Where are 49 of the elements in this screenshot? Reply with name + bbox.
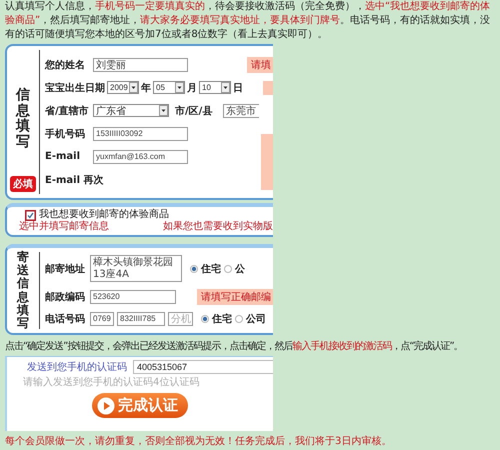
dropdown[interactable]: 广东省	[93, 104, 169, 117]
radio-label: 住宅	[212, 312, 232, 326]
field-label: 电话号码	[45, 312, 86, 326]
field-label: 邮寄地址	[45, 262, 86, 276]
radio-label: 公司	[246, 312, 266, 326]
field-label: E-mail 再次	[45, 174, 104, 186]
input-field[interactable]: 832IIII785	[117, 312, 165, 326]
note-text: 选中并填写邮寄信息	[19, 221, 109, 233]
radio-button[interactable]	[224, 264, 232, 273]
tip-bubble: 请填	[247, 56, 273, 72]
radio-button[interactable]	[190, 264, 198, 273]
tip-bubble: 请填写正确邮编	[197, 288, 273, 305]
radio-label: 公	[235, 262, 245, 276]
field-label: 邮政编码	[45, 290, 86, 304]
hint-text: 请输入发送到您手机的认证码4位认证码	[23, 376, 200, 389]
field-label: 宝宝出生日期	[45, 81, 105, 94]
dropdown[interactable]: 05	[153, 81, 185, 94]
radio-button[interactable]	[201, 314, 209, 323]
date-unit: 年	[141, 82, 151, 94]
field-label: 发送到您手机的认证码	[27, 360, 127, 374]
input-field[interactable]: 刘雯丽	[93, 58, 188, 72]
input-field[interactable]: yuxmfan@163.com	[93, 150, 188, 164]
note-text: 如果您也需要收到实物版	[163, 221, 273, 233]
input-field[interactable]: 东莞市	[223, 104, 259, 118]
code-field[interactable]: 4005315067	[133, 360, 273, 374]
radio-button[interactable]	[235, 314, 243, 323]
input-field[interactable]: 153IIIII03092	[93, 126, 188, 140]
field-label: 手机号码	[45, 128, 86, 140]
date-unit: 日	[233, 82, 243, 94]
play-icon	[97, 396, 115, 414]
input-field[interactable]: 0769	[90, 312, 114, 326]
radio-label: 住宅	[201, 262, 221, 276]
text-area[interactable]: 樟木头镇御景花园13座4A	[90, 255, 182, 282]
date-unit: 月	[187, 82, 197, 94]
field-label: 您的姓名	[45, 58, 86, 72]
checkbox-label: 我也想要收到邮寄的体验商品	[39, 209, 169, 220]
checkbox[interactable]	[25, 210, 36, 220]
intro-text: 认真填写个人信息，手机号码一定要填真实的，待会要接收激活码（完全免费），选中“我也想要收到邮寄的体验商品”，然后填写邮寄地址，请大家务必要填写真实地址，要具体到门牌号。电话号码，有的话就如实填，没有的话可随便填写您本地的区号加7位或者8位数字（看上去真实即可）。	[5, 0, 492, 42]
input-field[interactable]: 523620	[90, 290, 176, 304]
required-badge: 必填	[10, 176, 36, 192]
dropdown[interactable]: 10	[199, 81, 231, 94]
field-label: 省/直辖市	[45, 104, 90, 118]
section-heading: 信息填写	[16, 88, 30, 150]
section-heading: 寄送信息填写	[17, 250, 29, 330]
dropdown[interactable]: 2009	[107, 81, 139, 94]
notice-text: 每个会员限做一次，请勿重复，否则全部视为无效！任务完成后，我们将于3日内审核。	[5, 434, 392, 448]
field-label: 市/区/县	[175, 104, 214, 118]
field-label: E-mail	[45, 151, 82, 162]
instruction-text: 点击“确定发送”按钮提交，会弹出已经发送激活码提示，点击确定，然后输入手机接收到的激活码，点“完成认证”。	[5, 340, 464, 354]
